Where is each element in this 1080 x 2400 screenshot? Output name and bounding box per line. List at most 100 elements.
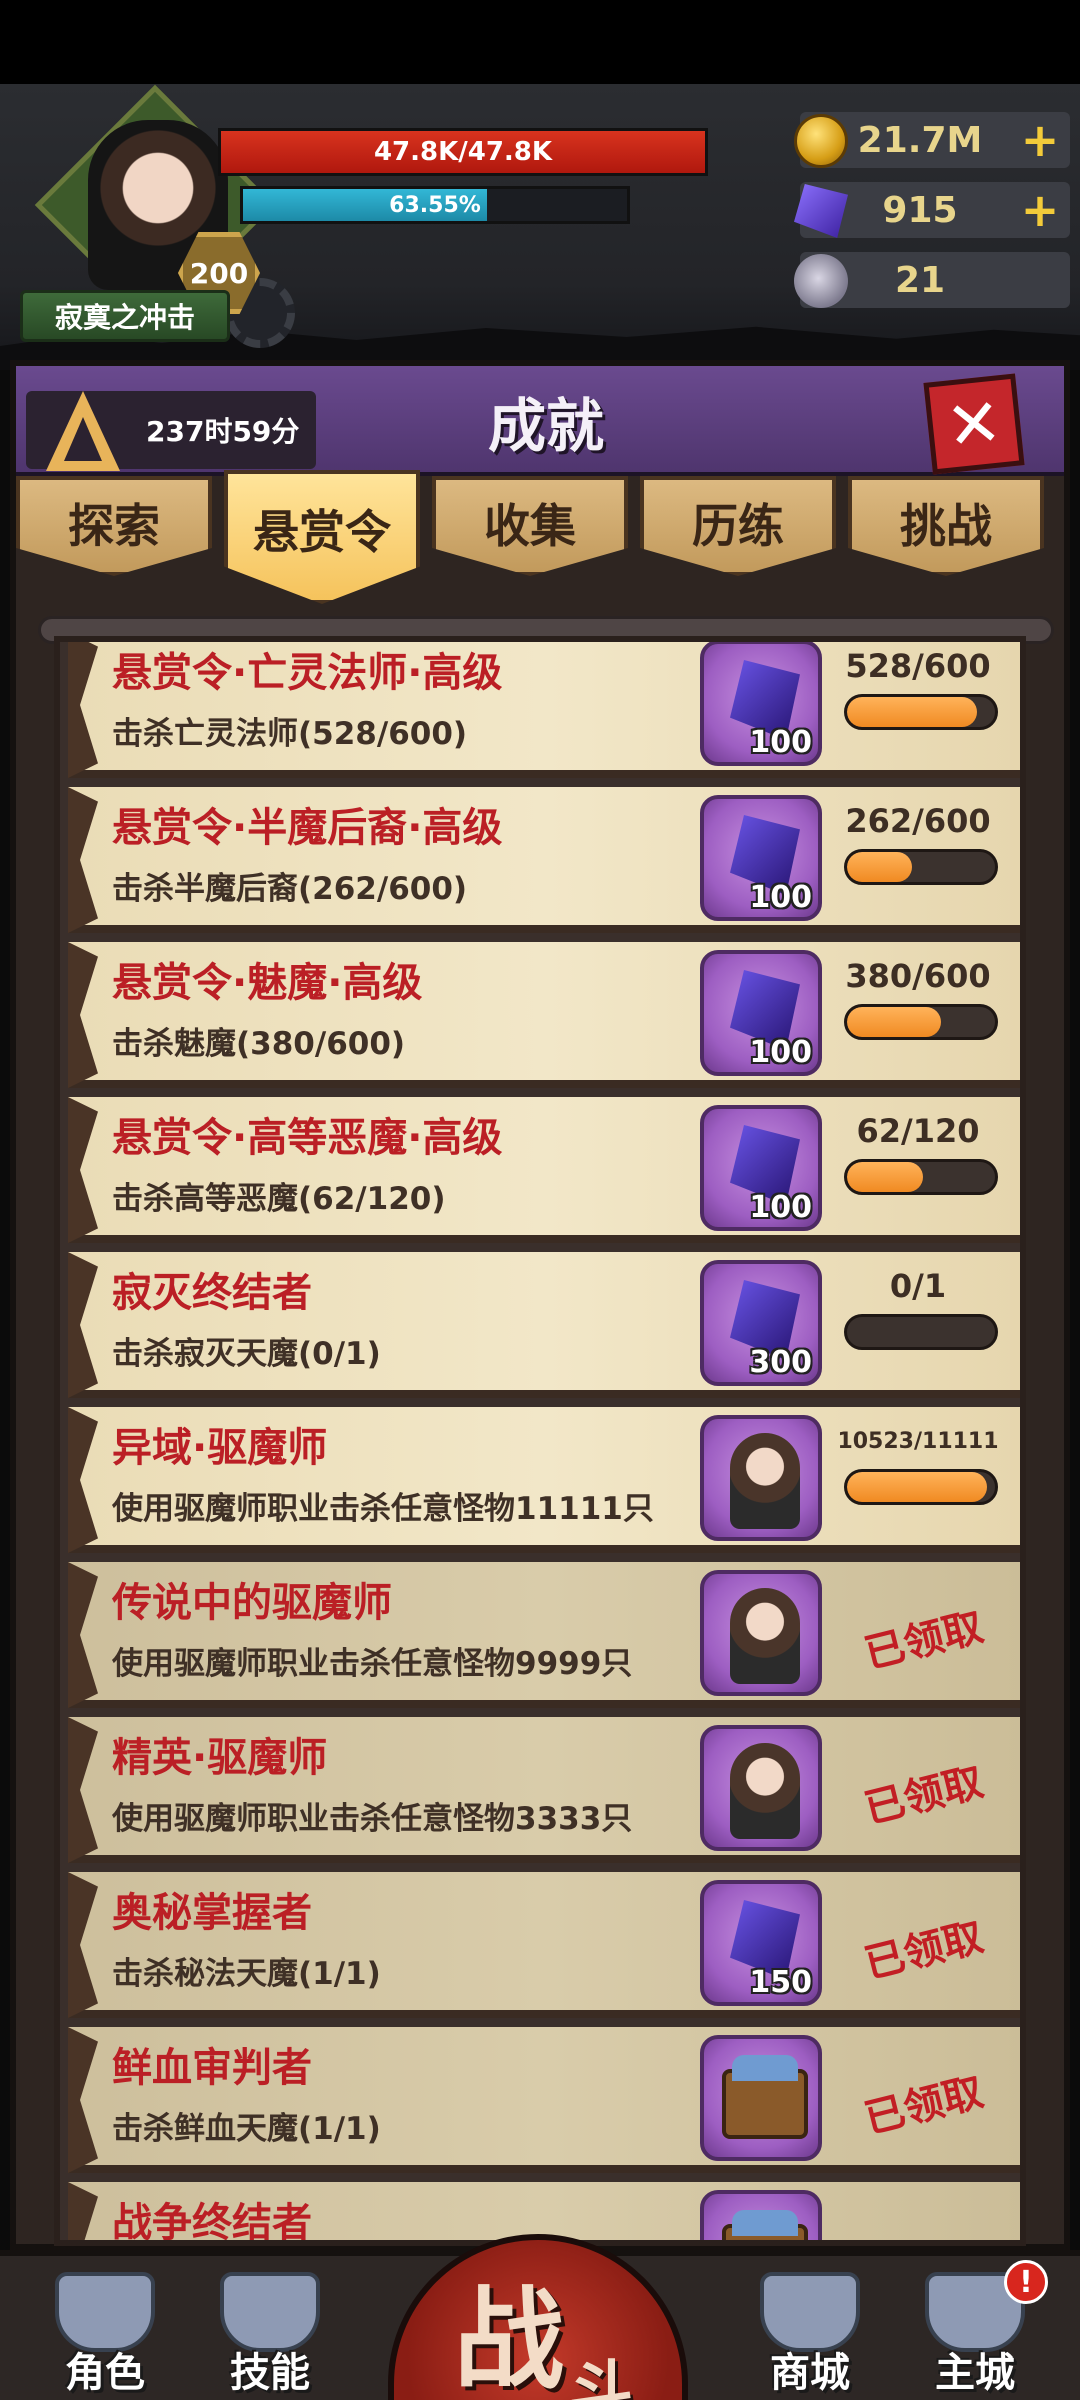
bottom-navigation: 角色 技能 战 斗 商城 主城 !	[0, 2234, 1080, 2400]
progress-text: 528/600	[845, 647, 991, 685]
achievement-description: 击杀魅魔(380/600)	[112, 1026, 406, 1062]
battle-label-main: 战	[454, 2276, 564, 2400]
progress-bar-fill	[847, 1007, 941, 1037]
achievement-title: 异域·驱魔师	[112, 1425, 328, 1471]
row-flag-decoration	[68, 2027, 98, 2173]
panel-title: 成就	[487, 392, 604, 460]
achievement-row[interactable]: 鲜血审判者 击杀鲜血天魔(1/1) 已领取	[68, 2027, 1020, 2173]
nav-shop[interactable]: 商城	[735, 2268, 885, 2400]
row-flag-decoration	[68, 1097, 98, 1243]
nav-character[interactable]: 角色	[30, 2268, 180, 2400]
tab-bounty[interactable]: 悬赏令	[224, 470, 420, 604]
reward-item[interactable]: 100	[700, 642, 822, 766]
achievement-title: 精英·驱魔师	[112, 1735, 328, 1781]
achievement-row[interactable]: 精英·驱魔师 使用驱魔师职业击杀任意怪物3333只 已领取	[68, 1717, 1020, 1863]
progress-bar	[844, 1314, 998, 1350]
row-flag-decoration	[68, 1562, 98, 1708]
tab-explore[interactable]: 探索	[16, 476, 212, 576]
progress-bar-fill	[847, 852, 912, 882]
currency-value: 915	[882, 189, 958, 231]
reward-item[interactable]	[700, 2035, 822, 2161]
add-gem-button[interactable]: +	[1018, 187, 1062, 233]
nav-skill[interactable]: 技能	[195, 2268, 345, 2400]
reward-item[interactable]: 300	[700, 1260, 822, 1386]
reward-item[interactable]	[700, 1415, 822, 1541]
add-gold-button[interactable]: +	[1018, 117, 1062, 163]
progress-bar-fill	[847, 1472, 988, 1502]
reward-item[interactable]	[700, 1570, 822, 1696]
achievement-description: 使用驱魔师职业击杀任意怪物11111只	[112, 1491, 654, 1527]
progress-text: 262/600	[845, 802, 991, 840]
battle-button[interactable]: 战 斗	[388, 2234, 688, 2400]
row-flag-decoration	[68, 787, 98, 933]
tab-challenge[interactable]: 挑战	[848, 476, 1044, 576]
timer-text: 237时59分	[146, 415, 300, 448]
hp-bar: 47.8K/47.8K	[218, 128, 708, 176]
purple-gem-icon	[794, 184, 848, 238]
reward-amount: 150	[749, 1965, 812, 2000]
achievement-row[interactable]: 传说中的驱魔师 使用驱魔师职业击杀任意怪物9999只 已领取	[68, 1562, 1020, 1708]
achievement-row[interactable]: 奥秘掌握者 击杀秘法天魔(1/1) 150 已领取	[68, 1872, 1020, 2018]
achievement-description: 击杀秘法天魔(1/1)	[112, 1956, 381, 1992]
row-flag-decoration	[68, 1252, 98, 1398]
row-flag-decoration	[68, 1872, 98, 2018]
reward-item[interactable]: 150	[700, 1880, 822, 2006]
reward-item[interactable]	[700, 1725, 822, 1851]
character-name: 寂寞之冲击	[20, 290, 230, 342]
achievement-description: 使用驱魔师职业击杀任意怪物9999只	[112, 1646, 633, 1682]
row-flag-decoration	[68, 2182, 98, 2240]
hourglass-icon	[34, 373, 130, 483]
nav-label: 主城	[935, 2350, 1015, 2396]
reward-item[interactable]	[700, 2190, 822, 2240]
tab-training[interactable]: 历练	[640, 476, 836, 576]
achievement-title: 悬赏令·亡灵法师·高级	[112, 650, 503, 696]
reward-item[interactable]: 100	[700, 795, 822, 921]
row-flag-decoration	[68, 942, 98, 1088]
tab-bar: 探索 悬赏令 收集 历练 挑战	[16, 470, 1064, 604]
reward-amount: 100	[749, 1190, 812, 1225]
progress-text: 380/600	[845, 957, 991, 995]
progress-bar-fill	[847, 1162, 924, 1192]
reward-amount: 100	[749, 1035, 812, 1070]
treasure-chest-icon	[722, 2055, 808, 2139]
nav-label: 技能	[230, 2350, 310, 2396]
progress-bar	[844, 1004, 998, 1040]
close-button[interactable]: ✕	[923, 373, 1025, 475]
hp-text: 47.8K/47.8K	[373, 137, 553, 167]
progress-bar	[844, 1469, 998, 1505]
achievement-row[interactable]: 悬赏令·半魔后裔·高级 击杀半魔后裔(262/600) 100 262/600	[68, 787, 1020, 933]
reward-item[interactable]: 100	[700, 1105, 822, 1231]
achievement-description: 击杀亡灵法师(528/600)	[112, 716, 468, 752]
reward-amount: 300	[749, 1345, 812, 1380]
reward-amount: 100	[749, 880, 812, 915]
claimed-label: 已领取	[860, 1604, 988, 1678]
exp-bar: 63.55%	[240, 186, 630, 224]
tab-collect[interactable]: 收集	[432, 476, 628, 576]
reward-amount: 100	[749, 725, 812, 760]
system-status-bar	[0, 0, 1080, 84]
achievement-row[interactable]: 悬赏令·亡灵法师·高级击杀亡灵法师(528/600) 100 528/600	[68, 642, 1020, 778]
achievement-title: 鲜血审判者	[112, 2045, 312, 2091]
nav-castle[interactable]: 主城 !	[900, 2260, 1050, 2400]
reward-item[interactable]: 100	[700, 950, 822, 1076]
panel-header: 237时59分 成就 ✕	[16, 366, 1064, 476]
achievement-row[interactable]: 悬赏令·高等恶魔·高级 击杀高等恶魔(62/120) 100 62/120	[68, 1097, 1020, 1243]
progress-bar	[844, 694, 998, 730]
achievement-row[interactable]: 异域·驱魔师 使用驱魔师职业击杀任意怪物11111只 10523/11111	[68, 1407, 1020, 1553]
achievement-list[interactable]: 悬赏令·亡灵法师·高级 击杀亡灵法师(528/600) 100 528/600 悬赏令·…	[54, 636, 1026, 2246]
battle-label-sub: 斗	[569, 2355, 633, 2400]
achievement-title: 悬赏令·高等恶魔·高级	[112, 1115, 503, 1161]
achievement-row[interactable]: 悬赏令·魅魔·高级 击杀魅魔(380/600) 100 380/600	[68, 942, 1020, 1088]
refresh-timer: 237时59分	[26, 391, 316, 471]
progress-bar-fill	[847, 697, 978, 727]
achievement-panel: 237时59分 成就 ✕ 探索 悬赏令 收集 历练 挑战 悬赏令·亡灵法师·高级…	[10, 360, 1070, 2250]
currency-gem: 915 +	[794, 182, 1070, 238]
achievement-description: 击杀半魔后裔(262/600)	[112, 871, 468, 907]
achievement-description: 击杀寂灭天魔(0/1)	[112, 1336, 381, 1372]
currency-value: 21.7M	[857, 119, 983, 161]
nav-label: 商城	[770, 2350, 850, 2396]
achievement-description: 击杀高等恶魔(62/120)	[112, 1181, 446, 1217]
achievement-row[interactable]: 寂灭终结者 击杀寂灭天魔(0/1) 300 0/1	[68, 1252, 1020, 1398]
progress-text: 0/1	[889, 1267, 947, 1305]
gold-coin-icon	[794, 114, 848, 168]
